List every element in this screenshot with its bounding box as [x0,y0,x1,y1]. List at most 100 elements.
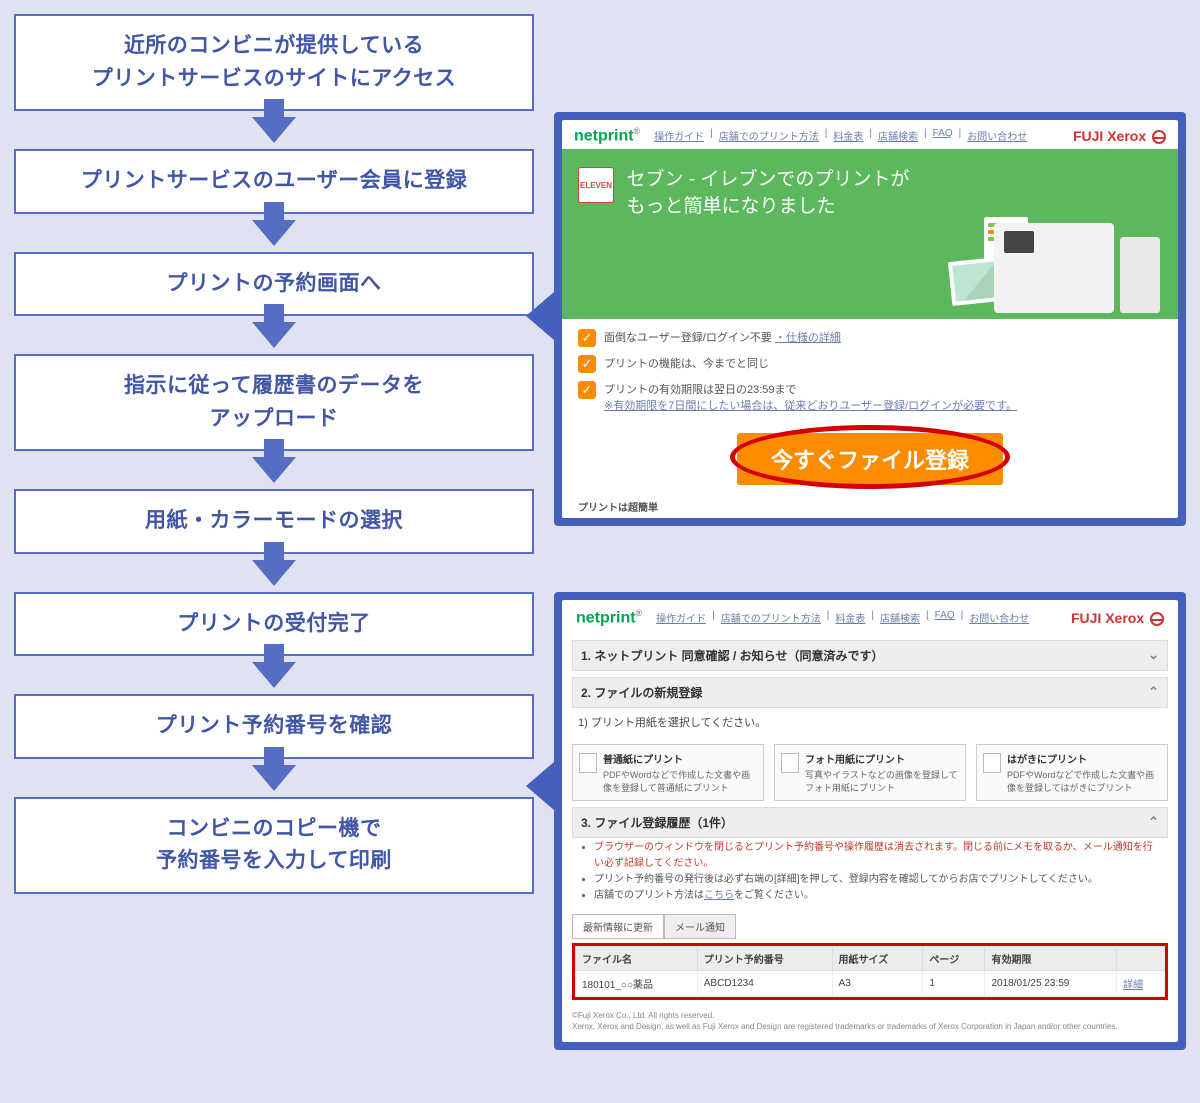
document-icon [579,753,597,773]
note-item: 店舗でのプリント方法はこちらをご覧ください。 [594,888,1160,904]
nav-link: 操作ガイド [654,128,704,143]
check-icon: ✓ [578,355,596,373]
top-nav-links[interactable]: 操作ガイド | 店舗でのプリント方法 | 料金表 | 店舗検索 | FAQ | … [656,610,1029,625]
step-label: プリントの受付完了 [177,612,371,635]
kochira-link[interactable]: こちら [704,890,734,901]
expand-icon: ⌄ [1148,647,1159,663]
top-bar: netprint® 操作ガイド | 店舗でのプリント方法 | 料金表 | 店舗検… [562,120,1178,149]
col-pages: ページ [923,946,985,970]
section-3-header[interactable]: 3. ファイル登録履歴（1件）⌃ [572,807,1168,838]
notes-list: ブラウザーのウィンドウを閉じるとプリント予約番号や操作履歴は消去されます。閉じる… [572,838,1168,906]
cell-expiry: 2018/01/25 23:59 [985,970,1117,996]
arrow-down-icon [252,117,296,143]
plain-paper-option[interactable]: 普通紙にプリントPDFやWordなどで作成した文書や画像を登録して普通紙にプリン… [572,744,764,801]
arrow-down-icon [252,457,296,483]
step-label: 指示に従って履歴書のデータをアップロード [124,374,424,430]
top-nav-links[interactable]: 操作ガイド | 店舗でのプリント方法 | 料金表 | 店舗検索 | FAQ | … [654,128,1027,143]
arrow-down-icon [252,765,296,791]
section-2-header[interactable]: 2. ファイルの新規登録⌃ [572,677,1168,708]
arrow-down-icon [252,662,296,688]
check-icon: ✓ [578,329,596,347]
postcard-icon [983,753,1001,773]
footer-snippet: プリントは超簡単 [562,499,1178,518]
collapse-icon: ⌃ [1148,684,1159,700]
screenshot-callout-1: netprint® 操作ガイド | 店舗でのプリント方法 | 料金表 | 店舗検… [554,112,1186,526]
step-label: プリントの予約画面へ [167,272,382,295]
cell-reservation: ABCD1234 [697,970,832,996]
check-icon: ✓ [578,381,596,399]
netprint-logo: netprint® [576,608,642,627]
nav-link: 料金表 [835,610,865,625]
detail-link[interactable]: ・仕様の詳細 [775,332,841,344]
netprint-register-panel: netprint® 操作ガイド | 店舗でのプリント方法 | 料金表 | 店舗検… [562,600,1178,1042]
section-1-header[interactable]: 1. ネットプリント 同意確認 / お知らせ（同意済みです）⌄ [572,640,1168,671]
nav-link: 料金表 [833,128,863,143]
screenshot-callout-2: netprint® 操作ガイド | 店舗でのプリント方法 | 料金表 | 店舗検… [554,592,1186,1050]
note-warning: ブラウザーのウィンドウを閉じるとプリント予約番号や操作履歴は消去されます。閉じる… [594,840,1160,872]
photo-paper-option[interactable]: フォト用紙にプリント写真やイラストなどの画像を登録してフォト用紙にプリント [774,744,966,801]
step-label: 用紙・カラーモードの選択 [145,509,403,532]
nav-link: 店舗でのプリント方法 [721,610,821,625]
flow-column: 近所のコンビニが提供しているプリントサービスのサイトにアクセス プリントサービス… [14,14,534,1050]
file-history-table-highlight: ファイル名 プリント予約番号 用紙サイズ ページ 有効期限 180101_○○薬… [572,943,1168,1000]
section-2-subtitle: 1) プリント用紙を選択してください。 [572,708,1168,738]
file-history-table: ファイル名 プリント予約番号 用紙サイズ ページ 有効期限 180101_○○薬… [575,946,1165,997]
printer-icon [994,223,1114,313]
screenshots-column: netprint® 操作ガイド | 店舗でのプリント方法 | 料金表 | 店舗検… [554,14,1186,1050]
col-reservation: プリント予約番号 [697,946,832,970]
step-label: コンビニのコピー機で予約番号を入力して印刷 [156,817,392,873]
col-detail [1117,946,1165,970]
table-header-row: ファイル名 プリント予約番号 用紙サイズ ページ 有効期限 [576,946,1165,970]
netprint-logo: netprint® [574,126,640,145]
cell-size: A3 [832,970,923,996]
legal-footer: ©Fuji Xerox Co., Ltd. All rights reserve… [572,1010,1168,1032]
col-size: 用紙サイズ [832,946,923,970]
top-bar: netprint® 操作ガイド | 店舗でのプリント方法 | 料金表 | 店舗検… [572,606,1168,633]
feature-item: ✓プリントの機能は、今までと同じ [578,355,1162,373]
nav-link: FAQ [935,610,955,625]
step-label: プリントサービスのユーザー会員に登録 [81,169,468,192]
note-item: プリント予約番号の発行後は必ず右端の[詳細]を押して、登録内容を確認してからお店… [594,872,1160,888]
nav-link: 店舗検索 [880,610,920,625]
register-file-button[interactable]: 今すぐファイル登録 [737,433,1003,485]
detail-link[interactable]: 詳細 [1123,980,1143,991]
hero-headline: セブン - イレブンでのプリントがもっと簡単になりました [626,167,909,220]
photo-icon [781,753,799,773]
netprint-landing-panel: netprint® 操作ガイド | 店舗でのプリント方法 | 料金表 | 店舗検… [562,120,1178,518]
nav-link: 店舗検索 [878,128,918,143]
arrow-down-icon [252,322,296,348]
detail-link[interactable]: ※有効期限を7日間にしたい場合は、従来どおりユーザー登録/ログインが必要です。 [604,400,1017,412]
printer-illustration [950,193,1160,313]
tab-row: 最新情報に更新 メール通知 [572,914,1168,939]
paper-options-row: 普通紙にプリントPDFやWordなどで作成した文書や画像を登録して普通紙にプリン… [572,744,1168,801]
nav-link: お問い合わせ [969,610,1029,625]
feature-list: ✓面倒なユーザー登録/ログイン不要 ・仕様の詳細 ✓プリントの機能は、今までと同… [562,319,1178,427]
step-label: プリント予約番号を確認 [156,714,393,737]
step-8: コンビニのコピー機で予約番号を入力して印刷 [14,797,534,894]
table-row: 180101_○○薬品 ABCD1234 A3 1 2018/01/25 23:… [576,970,1165,996]
refresh-tab[interactable]: 最新情報に更新 [572,914,664,939]
arrow-down-icon [252,220,296,246]
nav-link: お問い合わせ [967,128,1027,143]
fuji-xerox-logo: FUJI Xerox [1073,128,1166,144]
nav-link: 操作ガイド [656,610,706,625]
cell-pages: 1 [923,970,985,996]
nav-link: 店舗でのプリント方法 [719,128,819,143]
feature-item: ✓面倒なユーザー登録/ログイン不要 ・仕様の詳細 [578,329,1162,347]
step-1: 近所のコンビニが提供しているプリントサービスのサイトにアクセス [14,14,534,111]
nav-link: FAQ [933,128,953,143]
hero-banner: ELEVEN セブン - イレブンでのプリントがもっと簡単になりました [562,149,1178,319]
collapse-icon: ⌃ [1148,814,1159,830]
mail-notify-tab[interactable]: メール通知 [664,914,736,939]
postcard-option[interactable]: はがきにプリントPDFやWordなどで作成した文書や画像を登録してはがきにプリン… [976,744,1168,801]
col-expiry: 有効期限 [985,946,1117,970]
cta-area: 今すぐファイル登録 [562,427,1178,499]
seven-eleven-icon: ELEVEN [578,167,614,203]
step-label: 近所のコンビニが提供しているプリントサービスのサイトにアクセス [92,34,456,90]
arrow-down-icon [252,560,296,586]
feature-item: ✓プリントの有効期限は翌日の23:59まで※有効期限を7日間にしたい場合は、従来… [578,381,1162,413]
layout: 近所のコンビニが提供しているプリントサービスのサイトにアクセス プリントサービス… [14,14,1186,1050]
sphere-icon [1150,612,1164,626]
step-4: 指示に従って履歴書のデータをアップロード [14,354,534,451]
cell-filename: 180101_○○薬品 [576,970,698,996]
